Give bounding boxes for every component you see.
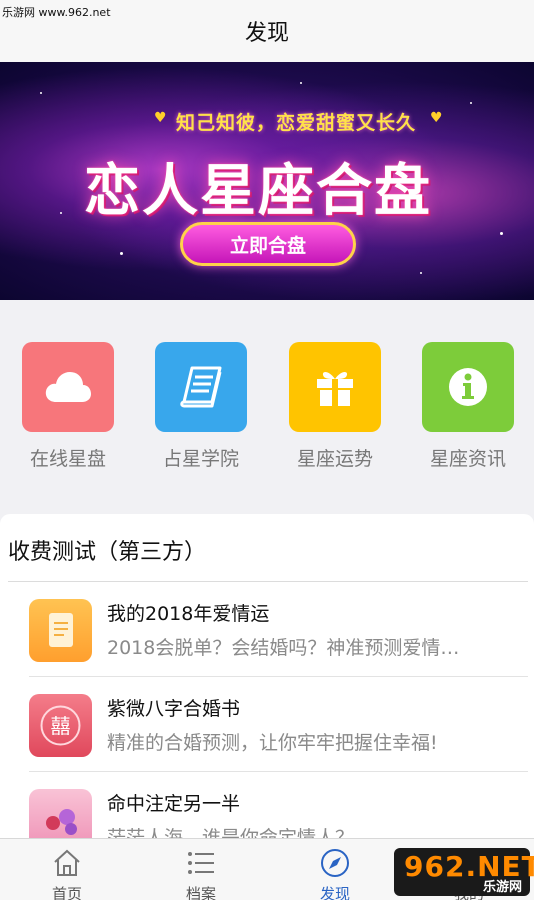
- quick-link-label: 星座运势: [296, 448, 373, 470]
- heart-icon: ♥: [154, 110, 167, 126]
- paid-tests-section: 收费测试（第三方） 我的2018年爱情运 2018会脱单？会结婚吗？神准预测爱情…: [0, 514, 534, 840]
- home-icon: [54, 849, 80, 876]
- item-title: 命中注定另一半: [107, 793, 241, 815]
- tab-profile[interactable]: 档案: [134, 839, 268, 900]
- flower-icon: [46, 809, 77, 835]
- quick-link-astrology-academy[interactable]: 占星学院: [155, 342, 247, 471]
- quick-link-label: 星座资讯: [429, 448, 506, 470]
- star-decoration: [470, 102, 472, 104]
- item-title: 紫微八字合婚书: [107, 698, 241, 720]
- quick-link-tile: [422, 342, 514, 432]
- page-title: 发现: [244, 21, 289, 46]
- tab-label: 档案: [185, 885, 216, 900]
- cloud-icon: [45, 372, 91, 402]
- star-decoration: [60, 212, 62, 214]
- quick-link-online-chart[interactable]: 在线星盘: [22, 342, 114, 471]
- watermark-brand-text: 乐游网: [482, 880, 522, 895]
- compass-icon: [321, 849, 349, 877]
- book-icon: [180, 366, 222, 408]
- tab-home[interactable]: 首页: [0, 839, 134, 900]
- star-decoration: [500, 232, 503, 235]
- quick-link-tile: [289, 342, 381, 432]
- list-item[interactable]: 囍 紫微八字合婚书 精准的合婚预测，让你牢牢把握住幸福!: [0, 677, 534, 772]
- scroll-icon: [49, 613, 73, 647]
- star-decoration: [300, 82, 302, 84]
- star-decoration: [420, 272, 422, 274]
- promo-banner[interactable]: ♥ ♥ 知己知彼，恋爱甜蜜又长久 恋人星座合盘 立即合盘: [0, 62, 534, 300]
- watermark-text: 乐游网 www.962.net: [2, 6, 111, 19]
- quick-link-tile: [155, 342, 247, 432]
- tab-label: 首页: [51, 885, 82, 900]
- list-item[interactable]: 命中注定另一半 茫茫人海，谁是你命定情人？: [0, 772, 534, 840]
- item-subtitle: 精准的合婚预测，让你牢牢把握住幸福!: [107, 732, 438, 754]
- quick-link-horoscope[interactable]: 星座运势: [289, 342, 381, 471]
- watermark-logo: 962.NET 乐游网: [394, 848, 534, 896]
- banner-cta-button[interactable]: 立即合盘: [180, 222, 356, 266]
- item-thumbnail: [29, 789, 92, 840]
- item-subtitle: 2018会脱单？会结婚吗？神准预测爱情…: [107, 637, 460, 659]
- gift-icon: [317, 372, 353, 406]
- tab-discover[interactable]: 发现: [268, 839, 402, 900]
- quick-link-label: 占星学院: [162, 448, 239, 470]
- item-thumbnail: [29, 599, 92, 662]
- tab-label: 发现: [319, 885, 350, 900]
- double-happiness-icon: 囍: [40, 705, 81, 746]
- section-title: 收费测试（第三方）: [8, 540, 207, 565]
- quick-links: 在线星盘 占星学院 星座运势 星座资讯: [0, 300, 534, 514]
- item-title: 我的2018年爱情运: [107, 603, 270, 625]
- banner-title: 恋人星座合盘: [84, 159, 432, 224]
- star-decoration: [120, 252, 123, 255]
- item-thumbnail: 囍: [29, 694, 92, 757]
- list-item[interactable]: 我的2018年爱情运 2018会脱单？会结婚吗？神准预测爱情…: [0, 582, 534, 677]
- quick-link-news[interactable]: 星座资讯: [422, 342, 514, 471]
- svg-text:囍: 囍: [51, 714, 71, 738]
- info-icon: [449, 368, 487, 406]
- star-decoration: [40, 92, 42, 94]
- quick-link-tile: [22, 342, 114, 432]
- banner-tagline: 知己知彼，恋爱甜蜜又长久: [176, 112, 417, 134]
- heart-icon: ♥: [430, 110, 443, 126]
- list-icon: [188, 852, 214, 874]
- quick-link-label: 在线星盘: [29, 448, 106, 470]
